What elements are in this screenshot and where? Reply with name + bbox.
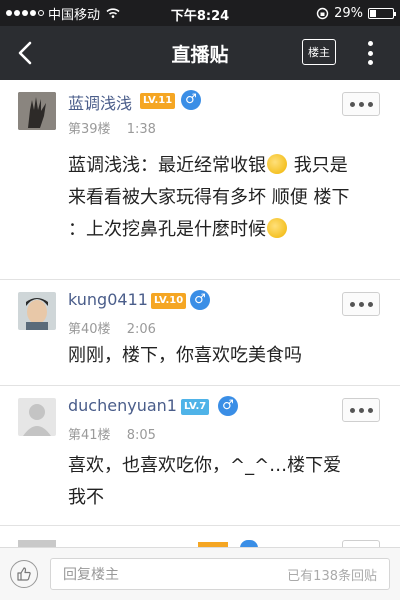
level-badge: LV.11 [140, 93, 176, 109]
content-line: 我不 [68, 487, 104, 508]
reply-count: 已有138条回贴 [287, 568, 377, 584]
male-icon [240, 540, 258, 547]
page-title: 直播贴 [171, 44, 229, 66]
post-item: kung0411 LV.10 ♂ 第40楼 2:06 刚刚，楼下，你喜欢吃美食吗 [0, 280, 400, 386]
avatar[interactable] [18, 292, 56, 330]
content-line: 喜欢，也喜欢吃你，^_^…楼下爱 [68, 455, 342, 476]
username[interactable]: duchenyuan1 [68, 396, 177, 415]
battery-percent: 29% [334, 5, 363, 21]
post-time: 1:38 [126, 122, 156, 137]
post-item: 蓝调浅浅 LV.11 ♂ 第39楼 1:38 蓝调浅浅：最近经常收银 我只是 来… [0, 80, 400, 280]
smile-emoji-icon [267, 218, 287, 238]
reply-placeholder: 回复楼主 [63, 567, 119, 583]
content-line: 来看看被大家玩得有多坏 顺便 楼下 [68, 187, 350, 208]
post-meta: 第40楼 2:06 [68, 318, 156, 337]
more-horizontal-icon[interactable] [342, 398, 380, 422]
avatar [18, 540, 56, 547]
rotation-lock-icon [316, 7, 329, 19]
male-icon: ♂ [218, 396, 238, 416]
more-horizontal-icon [342, 540, 380, 547]
post-content: 蓝调浅浅：最近经常收银 我只是 来看看被大家玩得有多坏 顺便 楼下 ：上次挖鼻孔… [68, 150, 386, 246]
reply-input[interactable]: 回复楼主 已有138条回贴 [50, 558, 390, 590]
username[interactable]: 蓝调浅浅 [68, 90, 132, 114]
status-bar: 中国移动 下午8:24 29% [0, 0, 400, 26]
smile-emoji-icon [267, 154, 287, 174]
avatar[interactable] [18, 398, 56, 436]
male-icon: ♂ [190, 290, 210, 310]
thumbs-up-icon[interactable] [10, 560, 38, 588]
level-badge: LV.10 [151, 293, 187, 309]
male-icon: ♂ [181, 90, 201, 110]
post-content: 喜欢，也喜欢吃你，^_^…楼下爱 我不 [68, 450, 386, 514]
more-vertical-icon[interactable] [360, 38, 380, 68]
more-horizontal-icon[interactable] [342, 92, 380, 116]
bottom-bar: 回复楼主 已有138条回贴 [0, 547, 400, 600]
floor-number: 第39楼 [68, 122, 111, 137]
floor-number: 第40楼 [68, 322, 111, 337]
post-time: 2:06 [126, 322, 156, 337]
post-meta: 第39楼 1:38 [68, 118, 156, 137]
username[interactable]: kung0411 [68, 290, 148, 309]
level-badge: LV.7 [181, 399, 210, 415]
content-line: 刚刚，楼下，你喜欢吃美食吗 [68, 345, 302, 366]
post-item: duchenyuan1 LV.7 ♂ 第41楼 8:05 喜欢，也喜欢吃你，^_… [0, 386, 400, 526]
title-bar: 直播贴 楼主 [0, 26, 400, 80]
post-content: 刚刚，楼下，你喜欢吃美食吗 [68, 340, 386, 372]
floor-number: 第41楼 [68, 428, 111, 443]
content-line: 我只是 [288, 155, 348, 176]
content-line: 蓝调浅浅：最近经常收银 [68, 155, 266, 176]
more-horizontal-icon[interactable] [342, 292, 380, 316]
only-owner-button[interactable]: 楼主 [302, 39, 336, 65]
content-line: ：上次挖鼻孔是什麼时候 [68, 219, 266, 240]
battery-icon [368, 7, 396, 19]
post-time: 8:05 [126, 428, 156, 443]
post-meta: 第41楼 8:05 [68, 424, 156, 443]
next-post-partial [0, 526, 400, 547]
avatar[interactable] [18, 92, 56, 130]
